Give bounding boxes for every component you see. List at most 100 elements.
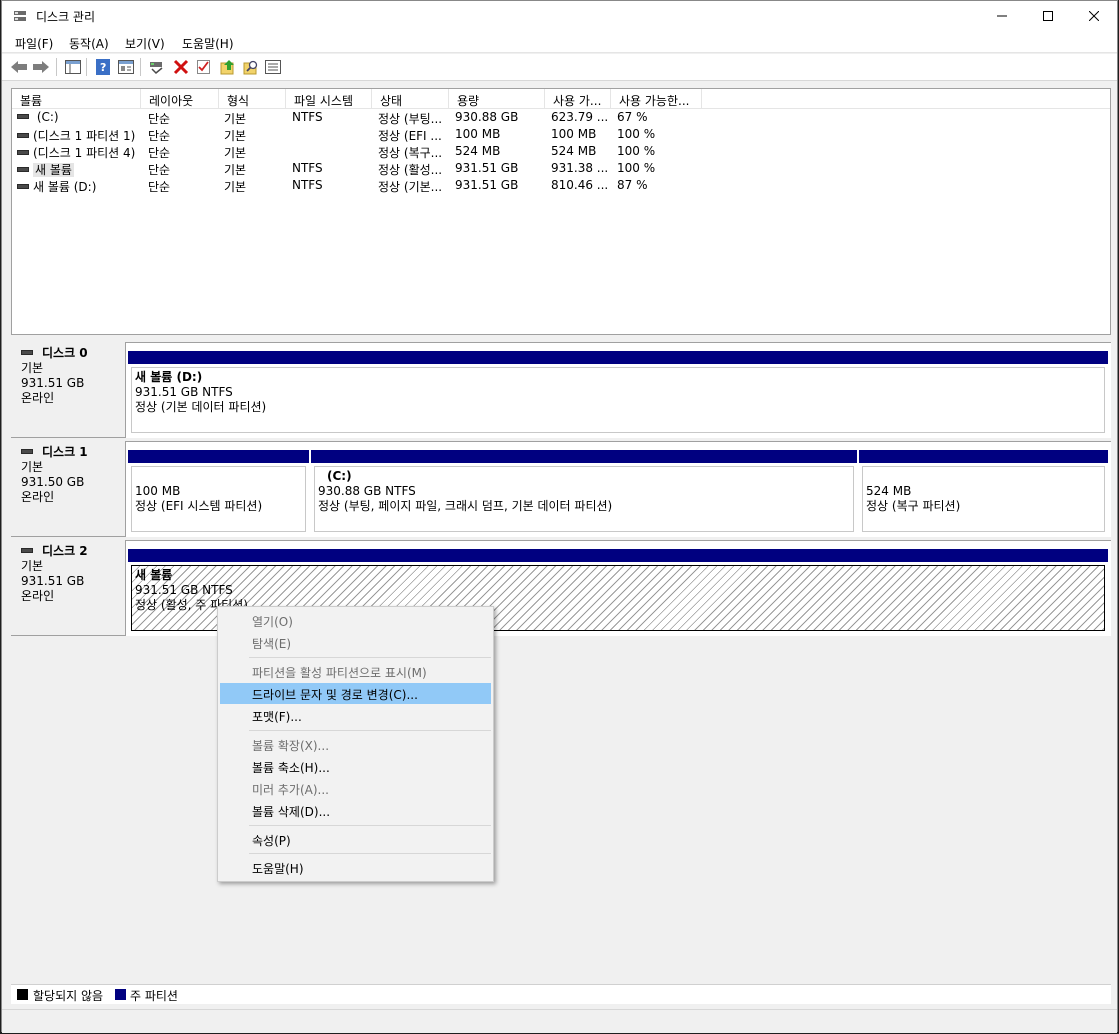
free-cell: 100 MB — [551, 127, 597, 141]
hard-disk-icon — [21, 548, 33, 553]
delete-button[interactable] — [172, 58, 190, 76]
partition-block[interactable]: 새 볼륨 (D:) 931.51 GB NTFS 정상 (기본 데이터 파티션) — [128, 351, 1108, 437]
partition-block[interactable]: (C:) 930.88 GB NTFS 정상 (부팅, 페이지 파일, 크래시 … — [311, 450, 857, 536]
back-button[interactable] — [10, 58, 28, 76]
menu-mark-active[interactable]: 파티션을 활성 파티션으로 표시(M) — [220, 661, 491, 682]
help-button[interactable]: ? — [94, 58, 112, 76]
minimize-icon — [997, 15, 1007, 17]
minimize-button[interactable] — [979, 1, 1025, 31]
hard-disk-icon — [21, 449, 33, 454]
unallocated-swatch — [17, 989, 28, 1000]
free-cell: 931.38 ... — [551, 161, 609, 175]
capacity-cell: 930.88 GB — [455, 110, 519, 124]
menu-separator — [249, 825, 491, 826]
menu-help[interactable]: 도움말(H) — [182, 35, 234, 52]
status-bar — [2, 1009, 1117, 1033]
column-header-capacity[interactable]: 용량 — [449, 89, 545, 109]
partition-block[interactable]: 524 MB 정상 (복구 파티션) — [859, 450, 1108, 536]
primary-partition-swatch — [115, 989, 126, 1000]
connect-button[interactable] — [148, 58, 166, 76]
column-header-volume[interactable]: 볼륨 — [12, 89, 141, 109]
partition-block[interactable]: 100 MB 정상 (EFI 시스템 파티션) — [128, 450, 309, 536]
column-header-free-space[interactable]: 사용 가... — [545, 89, 611, 109]
type-cell: 기본 — [224, 180, 247, 194]
list-view-button[interactable] — [264, 58, 282, 76]
partition-status: 정상 (기본 데이터 파티션) — [135, 400, 267, 414]
layout-cell: 단순 — [148, 112, 171, 126]
column-header-file-system[interactable]: 파일 시스템 — [286, 89, 372, 109]
forward-button[interactable] — [32, 58, 50, 76]
free-cell: 524 MB — [551, 144, 597, 158]
status-cell: 정상 (EFI ... — [378, 129, 442, 143]
column-header-percent-free[interactable]: 사용 가능한... — [611, 89, 702, 109]
forward-icon — [33, 61, 49, 73]
disk-info-1[interactable]: 디스크 1 기본 931.50 GB 온라인 — [11, 441, 126, 537]
layout-cell: 단순 — [148, 129, 171, 143]
checklist-button[interactable] — [195, 58, 213, 76]
status-cell: 정상 (복구... — [378, 146, 443, 160]
disk-size: 931.51 GB — [21, 376, 85, 390]
column-header-status[interactable]: 상태 — [372, 89, 449, 109]
export-button[interactable] — [219, 58, 237, 76]
menu-file[interactable]: 파일(F) — [15, 35, 53, 52]
disk-management-window: 디스크 관리 파일(F) 동작(A) 보기(V) 도움말(H) ? 볼륨 레이아… — [1, 0, 1118, 1033]
partition-size: 930.88 GB NTFS — [318, 484, 416, 498]
menu-extend-volume[interactable]: 볼륨 확장(X)... — [220, 734, 491, 755]
layout-cell: 단순 — [148, 180, 171, 194]
disk-state: 온라인 — [21, 490, 55, 504]
partition-status: 정상 (부팅, 페이지 파일, 크래시 덤프, 기본 데이터 파티션) — [318, 499, 613, 513]
menu-explore[interactable]: 탐색(E) — [220, 632, 491, 653]
percent-cell: 67 % — [617, 110, 648, 124]
menu-bar: 파일(F) 동작(A) 보기(V) 도움말(H) — [2, 31, 1117, 53]
menu-shrink-volume[interactable]: 볼륨 축소(H)... — [220, 756, 491, 777]
disk-size: 931.50 GB — [21, 475, 85, 489]
table-row[interactable]: (디스크 1 파티션 4) 단순 기본 정상 (복구... 524 MB 524… — [12, 143, 1110, 160]
menu-open[interactable]: 열기(O) — [220, 610, 491, 631]
primary-partition-bar — [128, 450, 309, 463]
maximize-icon — [1043, 11, 1053, 21]
column-header-type[interactable]: 형식 — [219, 89, 286, 109]
table-row[interactable]: (C:) 단순 기본 NTFS 정상 (부팅... 930.88 GB 623.… — [12, 109, 1110, 126]
volume-icon — [17, 150, 29, 155]
table-row[interactable]: (디스크 1 파티션 1) 단순 기본 정상 (EFI ... 100 MB 1… — [12, 126, 1110, 143]
volume-name-cell: 새 볼륨 (D:) — [17, 178, 96, 195]
disk-type: 기본 — [21, 460, 44, 474]
partition-size: 931.51 GB NTFS — [135, 583, 233, 597]
search-button[interactable] — [242, 58, 260, 76]
column-header-layout[interactable]: 레이아웃 — [141, 89, 219, 109]
percent-cell: 100 % — [617, 144, 656, 158]
menu-change-drive-letter[interactable]: 드라이브 문자 및 경로 변경(C)... — [220, 683, 491, 704]
maximize-button[interactable] — [1025, 1, 1071, 31]
disk-row-1: 디스크 1 기본 931.50 GB 온라인 100 MB 정상 (EFI 시스… — [11, 441, 1111, 537]
disk-info-0[interactable]: 디스크 0 기본 931.51 GB 온라인 — [11, 342, 126, 438]
table-row[interactable]: 새 볼륨 단순 기본 NTFS 정상 (활성... 931.51 GB 931.… — [12, 160, 1110, 177]
free-cell: 810.46 ... — [551, 178, 609, 192]
menu-help-item[interactable]: 도움말(H) — [220, 857, 491, 878]
partition-size: 100 MB — [135, 484, 181, 498]
volume-list[interactable]: 볼륨 레이아웃 형식 파일 시스템 상태 용량 사용 가... 사용 가능한..… — [11, 88, 1111, 335]
menu-delete-volume[interactable]: 볼륨 삭제(D)... — [220, 800, 491, 821]
disk-label: 디스크 1 — [21, 445, 125, 460]
menu-properties[interactable]: 속성(P) — [220, 829, 491, 850]
partition-name — [866, 469, 1104, 484]
menu-add-mirror[interactable]: 미러 추가(A)... — [220, 778, 491, 799]
volume-icon — [17, 184, 29, 189]
menu-view[interactable]: 보기(V) — [125, 35, 165, 52]
disk-row-0: 디스크 0 기본 931.51 GB 온라인 새 볼륨 (D:) 931.51 … — [11, 342, 1111, 438]
menu-separator — [249, 657, 491, 658]
console-tree-button[interactable] — [64, 58, 82, 76]
close-button[interactable] — [1071, 1, 1117, 31]
table-row[interactable]: 새 볼륨 (D:) 단순 기본 NTFS 정상 (기본... 931.51 GB… — [12, 177, 1110, 194]
legend-primary-partition: 주 파티션 — [130, 989, 178, 1003]
menu-format[interactable]: 포맷(F)... — [220, 705, 491, 726]
partition-status: 정상 (복구 파티션) — [866, 499, 961, 513]
close-icon — [1089, 11, 1099, 21]
delete-icon — [173, 59, 189, 75]
menu-action[interactable]: 동작(A) — [69, 35, 109, 52]
check-icon — [197, 60, 210, 74]
layout-cell: 단순 — [148, 163, 171, 177]
properties-button[interactable] — [117, 58, 135, 76]
disk-type: 기본 — [21, 361, 44, 375]
volume-name-cell: 새 볼륨 — [17, 161, 74, 178]
disk-info-2[interactable]: 디스크 2 기본 931.51 GB 온라인 — [11, 540, 126, 636]
